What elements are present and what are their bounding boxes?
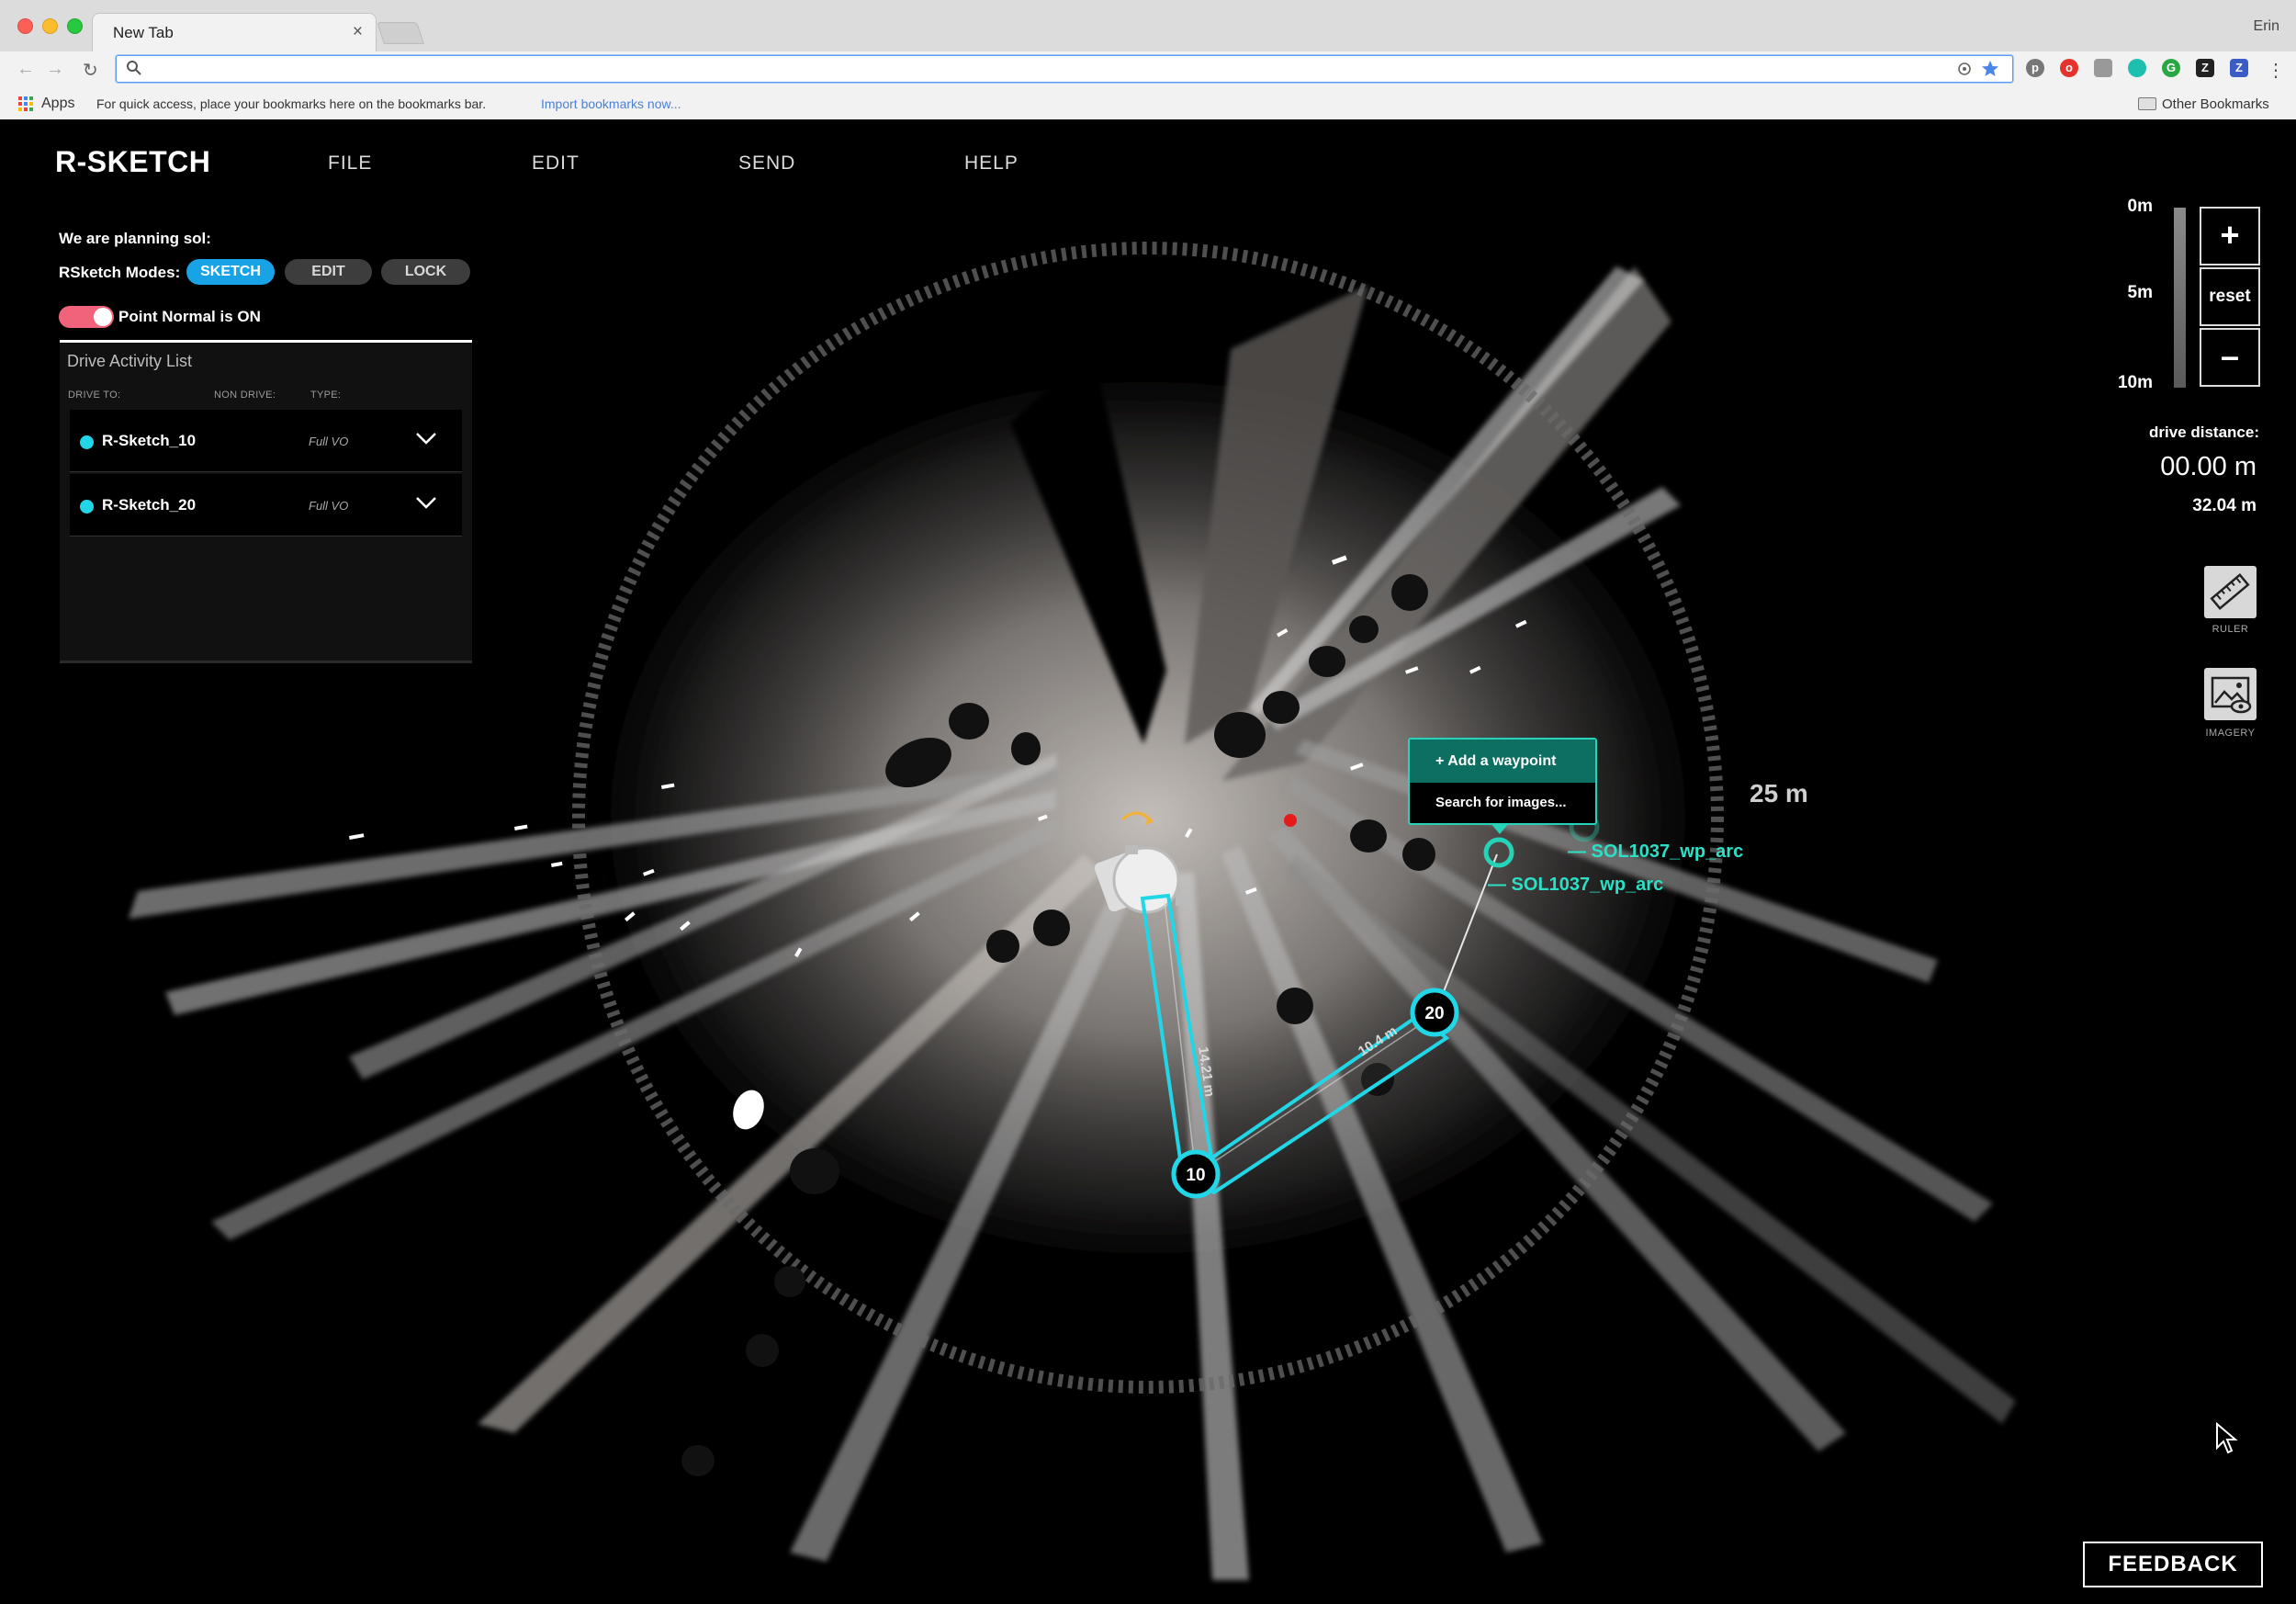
minimize-window-button[interactable] <box>42 18 58 34</box>
drive-item[interactable]: R-Sketch_10 Full VO <box>70 410 462 472</box>
import-bookmarks-link[interactable]: Import bookmarks now... <box>541 96 681 111</box>
drive-item-name: R-Sketch_20 <box>102 496 197 514</box>
ruler-label: RULER <box>2212 624 2249 635</box>
chevron-down-icon[interactable] <box>412 424 440 452</box>
reload-icon[interactable]: ↻ <box>83 59 98 82</box>
app-logo: R-SKETCH <box>55 145 211 178</box>
bookmarks-bar: Apps For quick access, place your bookma… <box>0 88 2296 119</box>
planning-sol-label: We are planning sol: <box>59 230 211 247</box>
arc-waypoint-label[interactable]: — SOL1037_wp_arc <box>1568 842 1743 863</box>
menu-edit[interactable]: EDIT <box>532 152 580 175</box>
search-icon <box>127 61 141 75</box>
range-label: 25 m <box>1750 779 1808 808</box>
imagery-label: IMAGERY <box>2205 728 2256 739</box>
mouse-cursor-icon <box>2216 1422 2238 1454</box>
zoom-in-button[interactable]: + <box>2200 207 2260 265</box>
waypoint-10[interactable]: 10 <box>1171 1149 1221 1199</box>
mode-edit-button[interactable]: EDIT <box>285 259 372 285</box>
drive-activity-title: Drive Activity List <box>67 352 193 370</box>
pinterest-extension-icon[interactable]: p <box>2026 59 2044 77</box>
drive-activity-list: Drive Activity List DRIVE TO: NON DRIVE:… <box>60 340 472 663</box>
imagery-icon <box>2211 676 2252 714</box>
chevron-down-icon[interactable] <box>412 489 440 516</box>
drive-item-type: Full VO <box>309 499 349 513</box>
opera-extension-icon[interactable]: o <box>2060 59 2078 77</box>
point-normal-label: Point Normal is ON <box>118 308 261 325</box>
column-header: DRIVE TO: <box>68 390 121 401</box>
grammarly-extension-icon[interactable]: G <box>2162 59 2180 77</box>
r-sketch-app: 14.21 m 10.4 m 10 20 R-SKETCH FILE EDIT … <box>0 119 2296 1604</box>
point-normal-toggle[interactable] <box>59 306 114 328</box>
profile-name[interactable]: Erin <box>2254 18 2279 35</box>
extension-icon[interactable] <box>2128 59 2146 77</box>
forward-arrow-icon[interactable]: → <box>46 59 64 80</box>
toggle-knob <box>94 308 112 326</box>
drive-status-dot <box>80 435 94 449</box>
drive-distance-total: 32.04 m <box>2192 496 2257 515</box>
scale-label: 10m <box>2117 373 2153 392</box>
menu-file[interactable]: FILE <box>328 152 372 175</box>
browser-chrome: New Tab × Erin ← → ↻ p o G Z Z ⋮ Apps Fo… <box>0 0 2296 119</box>
mode-lock-button[interactable]: LOCK <box>381 259 470 285</box>
back-arrow-icon[interactable]: ← <box>17 59 35 80</box>
bookmarks-hint: For quick access, place your bookmarks h… <box>96 96 487 111</box>
waypoint-label: 20 <box>1424 1004 1444 1023</box>
other-bookmarks-link[interactable]: Other Bookmarks <box>2162 96 2269 112</box>
menu-dots-icon[interactable]: ⋮ <box>2267 59 2285 82</box>
drive-item-type: Full VO <box>309 435 349 448</box>
target-point[interactable] <box>1284 814 1297 827</box>
zoom-out-button[interactable]: – <box>2200 328 2260 387</box>
drive-item-name: R-Sketch_10 <box>102 432 197 449</box>
waypoint-label: 10 <box>1186 1166 1205 1185</box>
location-icon[interactable] <box>1955 60 1974 78</box>
add-waypoint-button[interactable]: + Add a waypoint <box>1410 740 1595 783</box>
feedback-button[interactable]: FEEDBACK <box>2083 1542 2263 1587</box>
apps-grid-icon[interactable] <box>18 96 33 111</box>
z-extension-icon[interactable]: Z <box>2230 59 2248 77</box>
menu-help[interactable]: HELP <box>964 152 1019 175</box>
tab-title: New Tab <box>113 24 174 41</box>
arc-waypoint-label[interactable]: — SOL1037_wp_arc <box>1488 875 1663 896</box>
waypoint-20[interactable]: 20 <box>1410 988 1459 1037</box>
drive-status-dot <box>80 500 94 514</box>
browser-tab[interactable]: New Tab × <box>92 13 377 51</box>
bookmark-star-icon[interactable] <box>1981 60 1999 78</box>
maximize-window-button[interactable] <box>67 18 83 34</box>
column-header: TYPE: <box>310 390 342 401</box>
drive-distance-value: 00.00 m <box>2160 452 2257 481</box>
ruler-icon <box>2210 573 2250 610</box>
address-input[interactable] <box>150 59 1968 79</box>
popup-pointer <box>1491 823 1509 834</box>
address-bar[interactable] <box>116 55 2013 83</box>
imagery-button[interactable] <box>2204 668 2257 720</box>
folder-icon <box>2138 97 2156 110</box>
apps-link[interactable]: Apps <box>41 96 74 112</box>
scale-label: 5m <box>2127 283 2153 302</box>
waypoint-popup: + Add a waypoint Search for images... <box>1408 738 1597 825</box>
extension-icon[interactable] <box>2094 59 2112 77</box>
drive-distance-label: drive distance: <box>2149 424 2259 441</box>
tab-close-icon[interactable]: × <box>353 22 363 42</box>
search-images-button[interactable]: Search for images... <box>1410 783 1595 823</box>
scale-label: 0m <box>2127 197 2153 216</box>
new-tab-button[interactable] <box>377 22 424 44</box>
zoom-reset-button[interactable]: reset <box>2200 267 2260 326</box>
navigation-bar: ← → ↻ p o G Z Z ⋮ <box>0 51 2296 88</box>
tab-strip: New Tab × Erin <box>0 0 2296 51</box>
modes-label: RSketch Modes: <box>59 264 181 281</box>
close-window-button[interactable] <box>17 18 33 34</box>
mode-sketch-button[interactable]: SKETCH <box>186 259 275 285</box>
z-extension-icon[interactable]: Z <box>2196 59 2214 77</box>
drive-item[interactable]: R-Sketch_20 Full VO <box>70 474 462 537</box>
menu-send[interactable]: SEND <box>738 152 795 175</box>
ruler-button[interactable] <box>2204 566 2257 618</box>
zoom-scale-bar[interactable] <box>2174 208 2186 388</box>
column-header: NON DRIVE: <box>214 390 276 401</box>
